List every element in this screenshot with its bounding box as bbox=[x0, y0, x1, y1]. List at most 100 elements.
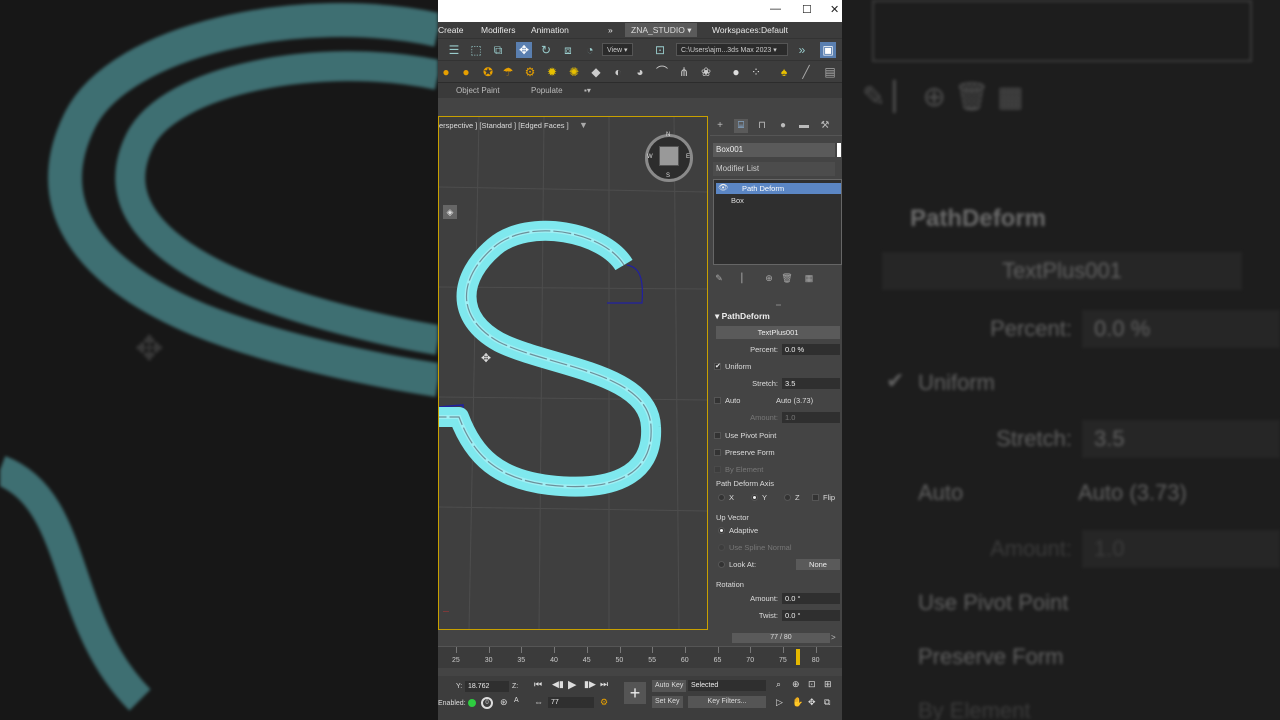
menu-animation[interactable]: Animation bbox=[531, 25, 569, 35]
placement-icon[interactable]: ◔ bbox=[582, 42, 598, 58]
modify-tab-icon[interactable]: ⌸ bbox=[734, 119, 748, 133]
zoom-all-icon[interactable]: ⊕ bbox=[792, 679, 800, 690]
viewport-filter-icon[interactable]: ▼ bbox=[579, 120, 588, 130]
select-region-icon[interactable]: ⬚ bbox=[468, 42, 484, 58]
material-editor-icon[interactable]: ⁘ bbox=[748, 64, 764, 80]
motion-tab-icon[interactable]: ● bbox=[776, 119, 790, 133]
amount-spinner[interactable]: 1.0 bbox=[782, 412, 840, 423]
viewcube[interactable]: N S E W bbox=[645, 132, 693, 182]
configure-sets-icon[interactable]: ▦ bbox=[803, 272, 815, 284]
preserve-form-checkbox[interactable] bbox=[714, 449, 721, 456]
percent-spinner[interactable]: 0.0 % bbox=[782, 344, 840, 355]
viewcube-face[interactable] bbox=[659, 146, 679, 166]
current-frame-field[interactable]: 77 bbox=[548, 697, 594, 708]
angle-snap-icon[interactable]: A bbox=[514, 697, 519, 704]
pivot-center-icon[interactable]: ⊡ bbox=[652, 42, 668, 58]
sphere-icon[interactable]: ● bbox=[458, 64, 474, 80]
rotation-amount-spinner[interactable]: 0.0 ° bbox=[782, 593, 840, 604]
hierarchy-tab-icon[interactable]: ⊓ bbox=[755, 119, 769, 133]
utilities-tab-icon[interactable]: ⚒ bbox=[818, 119, 832, 133]
toolbar-overflow-icon[interactable]: » bbox=[794, 42, 810, 58]
sun-icon[interactable]: ✹ bbox=[544, 64, 560, 80]
by-element-checkbox[interactable] bbox=[714, 466, 721, 473]
prev-key-icon[interactable]: ◀▮ bbox=[552, 679, 564, 690]
viewport-label[interactable]: erspective ] [Standard ] [Edged Faces ] bbox=[439, 121, 569, 130]
cube-icon[interactable]: ◆ bbox=[588, 64, 604, 80]
rotate-tool-icon[interactable]: ↻ bbox=[538, 42, 554, 58]
look-at-radio[interactable] bbox=[718, 561, 725, 568]
play-icon[interactable]: ▶ bbox=[568, 678, 576, 691]
pick-path-button[interactable]: TextPlus001 bbox=[716, 326, 840, 339]
stack-item-path-deform[interactable]: Path Deform bbox=[716, 183, 841, 194]
pathdeform-rollout-title[interactable]: ▾ PathDeform bbox=[715, 311, 770, 322]
auto-key-button[interactable]: Auto Key bbox=[652, 680, 687, 692]
auto-checkbox[interactable] bbox=[714, 397, 721, 404]
use-pivot-checkbox[interactable] bbox=[714, 432, 721, 439]
object-name-field[interactable]: Box001 bbox=[713, 143, 835, 157]
set-key-plus-button[interactable]: + bbox=[624, 682, 646, 704]
remove-modifier-icon[interactable]: 🗑 bbox=[781, 272, 793, 284]
grass-icon[interactable]: ⋔ bbox=[676, 64, 692, 80]
pin-stack-icon[interactable]: ✎ bbox=[713, 272, 725, 284]
time-slider[interactable]: < 77 / 80 > bbox=[438, 632, 842, 644]
window-crossing-icon[interactable]: ⧉ bbox=[490, 42, 506, 58]
project-path-dropdown[interactable]: C:\Users\ajm...3ds Max 2023 ▾ bbox=[676, 43, 788, 56]
select-list-icon[interactable]: ☰ bbox=[446, 42, 462, 58]
next-frame-icon[interactable]: > bbox=[831, 633, 836, 642]
perspective-viewport[interactable]: ✥ — erspective ] [Standard ] [Edged Face… bbox=[438, 116, 708, 630]
selection-set-dropdown[interactable]: Selected bbox=[688, 680, 766, 691]
extra-tool-icon[interactable]: ▤ bbox=[822, 64, 838, 80]
zoom-extents-all-icon[interactable]: ⊞ bbox=[824, 679, 832, 690]
enabled-indicator-icon[interactable] bbox=[468, 699, 476, 707]
pan-icon[interactable]: ✋ bbox=[792, 697, 803, 708]
teapot-icon[interactable]: ◕ bbox=[632, 64, 648, 80]
material-ball-icon[interactable]: ● bbox=[728, 64, 744, 80]
create-tab-icon[interactable]: + bbox=[713, 119, 727, 133]
bend-icon[interactable]: ⌒ bbox=[654, 64, 670, 80]
use-spline-normal-radio[interactable] bbox=[718, 544, 725, 551]
tab-populate[interactable]: Populate bbox=[531, 86, 563, 95]
sunburst-icon[interactable]: ✺ bbox=[566, 64, 582, 80]
render-icon[interactable]: ♠ bbox=[776, 64, 792, 80]
menu-modifiers[interactable]: Modifiers bbox=[481, 25, 515, 35]
object-color-swatch[interactable] bbox=[837, 143, 841, 157]
eye-icon[interactable]: 👁 bbox=[718, 183, 728, 192]
sphere-orange-icon[interactable]: ● bbox=[438, 64, 454, 80]
brush-icon[interactable]: ╱ bbox=[798, 64, 814, 80]
goto-end-icon[interactable]: ⏭ bbox=[600, 679, 608, 690]
maximize-viewport-icon[interactable]: ⧉ bbox=[824, 697, 830, 708]
stretch-spinner[interactable]: 3.5 bbox=[782, 378, 840, 389]
zoom-icon[interactable]: ⌕ bbox=[776, 679, 781, 690]
close-icon[interactable]: ✕ bbox=[830, 3, 839, 16]
hair-icon[interactable]: ❀ bbox=[698, 64, 714, 80]
orbit-icon[interactable]: ✥ bbox=[808, 697, 816, 708]
show-end-result-icon[interactable]: ▏ bbox=[739, 272, 751, 284]
fov-icon[interactable]: ▷ bbox=[776, 697, 783, 708]
flip-checkbox[interactable] bbox=[812, 494, 819, 501]
reference-coord-dropdown[interactable]: View ▾ bbox=[602, 43, 633, 56]
maximize-icon[interactable]: ☐ bbox=[802, 3, 812, 16]
next-key-icon[interactable]: ▮▶ bbox=[584, 679, 596, 690]
menu-overflow-icon[interactable]: » bbox=[608, 25, 613, 35]
axis-z-radio[interactable] bbox=[784, 494, 791, 501]
axis-y-radio[interactable] bbox=[751, 494, 758, 501]
current-frame-marker[interactable] bbox=[796, 649, 800, 665]
viewport-layer-icon[interactable]: ◈ bbox=[443, 205, 457, 219]
goto-start-icon[interactable]: ⏮ bbox=[534, 679, 542, 690]
display-tab-icon[interactable]: ▬ bbox=[797, 119, 811, 133]
key-filters-button[interactable]: Key Filters... bbox=[688, 696, 766, 708]
minimize-icon[interactable]: — bbox=[770, 3, 781, 15]
tab-object-paint[interactable]: Object Paint bbox=[456, 86, 500, 95]
adaptive-radio[interactable] bbox=[718, 527, 725, 534]
make-unique-icon[interactable]: ⊕ bbox=[763, 272, 775, 284]
gear-icon[interactable]: ⚙ bbox=[522, 64, 538, 80]
save-icon[interactable]: ▣ bbox=[820, 42, 836, 58]
sphere-white-icon[interactable]: ◐ bbox=[610, 64, 626, 80]
scale-tool-icon[interactable]: ⧈ bbox=[560, 42, 576, 58]
menu-create[interactable]: Create bbox=[438, 25, 464, 35]
axis-x-radio[interactable] bbox=[718, 494, 725, 501]
geosphere-icon[interactable]: ✪ bbox=[480, 64, 496, 80]
y-coord-field[interactable]: 18.762 bbox=[465, 681, 509, 692]
look-at-pick-button[interactable]: None bbox=[796, 559, 840, 570]
zoom-extents-icon[interactable]: ⊡ bbox=[808, 679, 816, 690]
